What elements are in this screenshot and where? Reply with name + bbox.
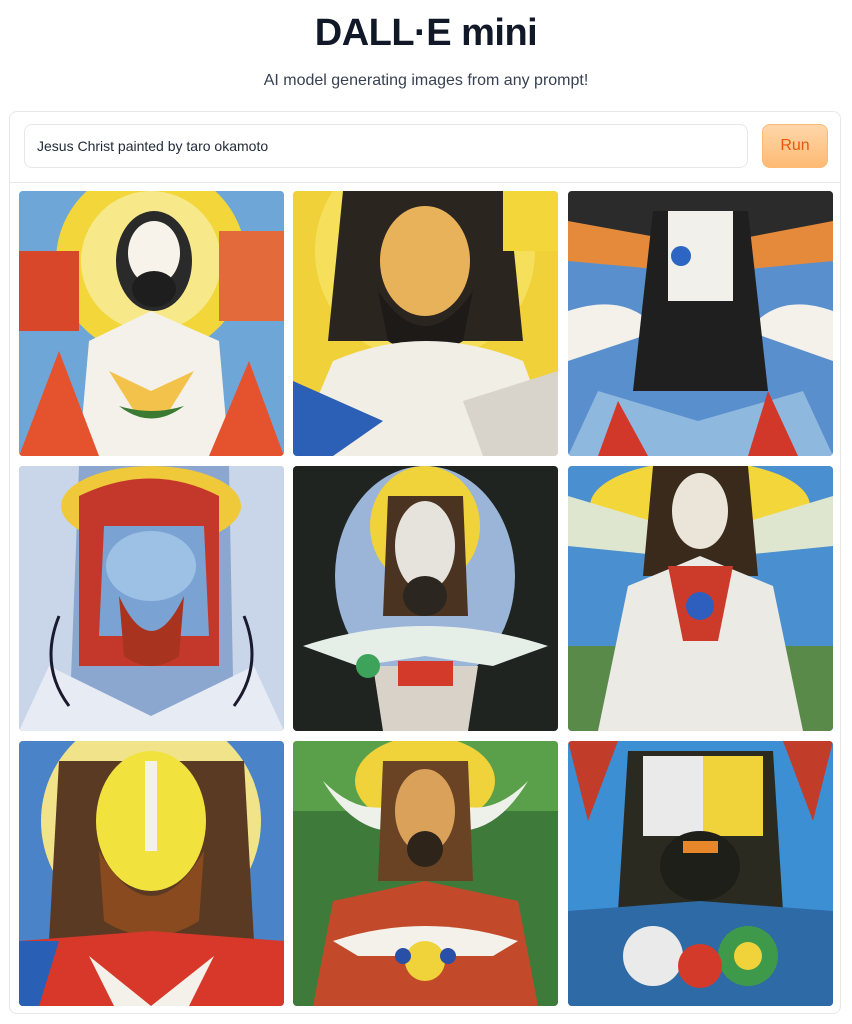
generated-image-9[interactable]	[568, 741, 833, 1006]
run-button[interactable]: Run	[762, 124, 828, 168]
app-panel: Run	[9, 111, 841, 1014]
page-subtitle: AI model generating images from any prom…	[263, 72, 589, 89]
generated-image-3[interactable]	[568, 191, 833, 456]
generated-image-8[interactable]	[293, 741, 558, 1006]
generated-image-6[interactable]	[568, 466, 833, 731]
page-title: DALL·E mini	[314, 12, 538, 54]
generated-image-7[interactable]	[19, 741, 284, 1006]
generated-image-1[interactable]	[19, 191, 284, 456]
image-gallery	[19, 191, 833, 1006]
generated-image-2[interactable]	[293, 191, 558, 456]
generated-image-5[interactable]	[293, 466, 558, 731]
prompt-input[interactable]	[24, 124, 748, 168]
generated-image-4[interactable]	[19, 466, 284, 731]
prompt-row: Run	[10, 112, 840, 183]
